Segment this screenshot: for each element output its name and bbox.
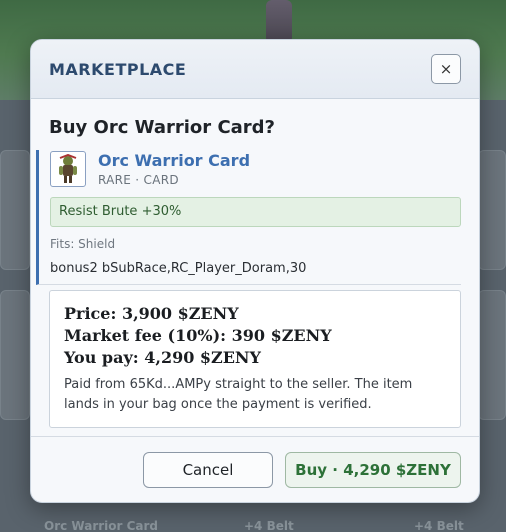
dialog-title: MARKETPLACE bbox=[49, 59, 187, 79]
price-line: Price: 3,900 $ZENY bbox=[64, 304, 239, 323]
item-script: bonus2 bSubRace,RC_Player_Doram,30 bbox=[50, 261, 307, 276]
background-card bbox=[478, 150, 506, 270]
purchase-question: Buy Orc Warrior Card? bbox=[49, 117, 276, 138]
cancel-button[interactable]: Cancel bbox=[143, 451, 273, 488]
market-fee-line: Market fee (10%): 390 $ZENY bbox=[64, 326, 332, 345]
item-titles: Orc Warrior Card RARE · CARD bbox=[98, 151, 250, 187]
price-summary: Price: 3,900 $ZENY Market fee (10%): 390… bbox=[49, 290, 461, 428]
background-card bbox=[478, 290, 506, 420]
dialog-footer: Cancel Buy · 4,290 $ZENY bbox=[31, 436, 479, 502]
item-header: Orc Warrior Card RARE · CARD bbox=[50, 150, 461, 188]
item-name: Orc Warrior Card bbox=[98, 151, 251, 170]
background-card-label: +4 Belt bbox=[244, 519, 294, 532]
dialog-header: MARKETPLACE × bbox=[31, 40, 479, 99]
payment-note: Paid from 65Kd...AMPy straight to the se… bbox=[64, 377, 413, 412]
background-card-label: +4 Belt bbox=[414, 519, 464, 532]
background-character bbox=[266, 0, 292, 44]
background-card bbox=[0, 290, 30, 420]
item-fits: Fits: Shield bbox=[50, 237, 116, 251]
background-card-label: Orc Warrior Card bbox=[44, 519, 159, 532]
marketplace-dialog: MARKETPLACE × Buy Orc Warrior Card? Orc … bbox=[30, 39, 480, 503]
item-effect: Resist Brute +30% bbox=[50, 197, 461, 227]
dialog-body: Buy Orc Warrior Card? Orc Warrior Card R… bbox=[31, 99, 479, 428]
buy-button[interactable]: Buy · 4,290 $ZENY bbox=[285, 451, 461, 488]
close-icon: × bbox=[439, 60, 453, 78]
item-meta: RARE · CARD bbox=[98, 173, 179, 187]
orc-warrior-card-icon bbox=[50, 151, 86, 187]
total-pay-line: You pay: 4,290 $ZENY bbox=[64, 348, 261, 367]
background-card bbox=[0, 150, 30, 270]
item-panel: Orc Warrior Card RARE · CARD Resist Brut… bbox=[36, 150, 461, 285]
close-button[interactable]: × bbox=[431, 54, 461, 84]
